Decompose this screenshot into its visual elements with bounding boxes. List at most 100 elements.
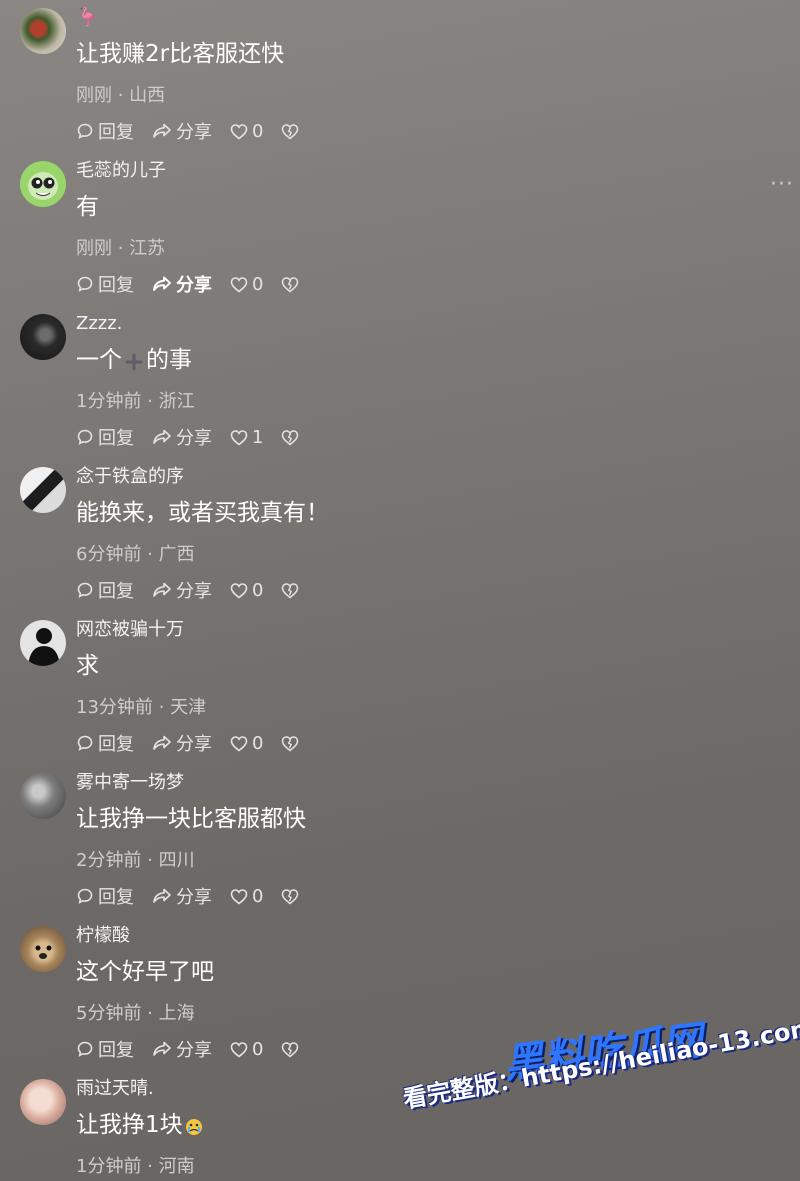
- like-count: 0: [252, 120, 264, 142]
- dislike-button[interactable]: [281, 123, 303, 140]
- dislike-button[interactable]: [281, 735, 303, 752]
- comment-meta: 1分钟前 · 河南: [76, 1156, 195, 1177]
- share-arrow-icon: [153, 123, 171, 138]
- username[interactable]: Zzzz.: [76, 312, 122, 336]
- dislike-button[interactable]: [281, 276, 303, 293]
- share-arrow-icon: [153, 276, 171, 291]
- share-button[interactable]: 分享: [152, 118, 212, 144]
- comment-text: 让我赚2r比客服还快: [76, 41, 285, 67]
- user-avatar[interactable]: [20, 314, 66, 360]
- username[interactable]: 雾中寄一场梦: [76, 771, 184, 795]
- reply-button[interactable]: 回复: [76, 730, 134, 756]
- broken-heart-icon: [282, 429, 299, 445]
- username[interactable]: 柠檬酸: [76, 924, 130, 948]
- username[interactable]: 网恋被骗十万: [76, 618, 184, 642]
- user-avatar[interactable]: [20, 773, 66, 819]
- share-button[interactable]: 分享: [152, 730, 212, 756]
- comment-item: 雾中寄一场梦 让我挣一块比客服都快 2分钟前 · 四川 回复 分享 0: [0, 765, 800, 917]
- reply-button[interactable]: 回复: [76, 577, 134, 603]
- comment-meta: 1分钟前 · 浙江: [76, 391, 195, 412]
- reply-bubble-icon: [77, 123, 93, 139]
- share-arrow-icon: [153, 582, 171, 597]
- like-button[interactable]: 0: [230, 121, 263, 142]
- username[interactable]: 雨过天晴.: [76, 1077, 154, 1101]
- reply-button[interactable]: 回复: [76, 883, 134, 909]
- share-arrow-icon: [153, 888, 171, 903]
- watermark: 黑料吃瓜网 看完整版：https://heiliao-13.com: [396, 1013, 800, 1172]
- broken-heart-icon: [282, 123, 299, 139]
- like-count: 0: [252, 1038, 264, 1060]
- user-avatar[interactable]: [20, 926, 66, 972]
- reply-bubble-icon: [77, 888, 93, 904]
- more-options-icon[interactable]: ···: [770, 172, 794, 197]
- comment-item: 🦩 让我赚2r比客服还快 刚刚 · 山西 回复 分享 0: [0, 0, 800, 152]
- comment-actions: 回复 分享 0: [76, 271, 321, 297]
- reply-bubble-icon: [77, 276, 93, 292]
- username[interactable]: 毛蕊的儿子: [76, 159, 166, 183]
- like-button[interactable]: 0: [230, 274, 263, 295]
- reply-bubble-icon: [77, 1041, 93, 1057]
- comment-item: 念于铁盒的序 能换来，或者买我真有！ 6分钟前 · 广西 回复 分享 0: [0, 459, 800, 611]
- share-button[interactable]: 分享: [152, 424, 212, 450]
- username[interactable]: 🦩: [76, 6, 98, 30]
- broken-heart-icon: [282, 1041, 299, 1057]
- heart-icon: [230, 888, 248, 905]
- user-avatar[interactable]: [20, 467, 66, 513]
- user-avatar[interactable]: [20, 1079, 66, 1125]
- dislike-button[interactable]: [281, 888, 303, 905]
- user-avatar[interactable]: [20, 8, 66, 54]
- comment-text: 一个 的事: [76, 347, 192, 373]
- reply-button[interactable]: 回复: [76, 424, 134, 450]
- heart-icon: [230, 123, 248, 140]
- comment-actions: 回复 分享 0: [76, 730, 321, 756]
- share-button[interactable]: 分享: [152, 271, 212, 297]
- comment-actions: 回复 分享 1: [76, 424, 321, 450]
- dislike-button[interactable]: [281, 429, 303, 446]
- comment-text: 求: [76, 653, 99, 679]
- comment-text: 有: [76, 194, 99, 220]
- broken-heart-icon: [282, 888, 299, 904]
- reply-button[interactable]: 回复: [76, 1036, 134, 1062]
- user-avatar[interactable]: [20, 620, 66, 666]
- dislike-button[interactable]: [281, 582, 303, 599]
- share-arrow-icon: [153, 429, 171, 444]
- comment-meta: 13分钟前 · 天津: [76, 697, 207, 718]
- like-button[interactable]: 0: [230, 1039, 263, 1060]
- comment-text: 能换来，或者买我真有！: [76, 500, 329, 526]
- share-button[interactable]: 分享: [152, 883, 212, 909]
- username[interactable]: 念于铁盒的序: [76, 465, 184, 489]
- broken-heart-icon: [282, 735, 299, 751]
- like-count: 1: [252, 426, 264, 448]
- like-count: 0: [252, 579, 264, 601]
- like-button[interactable]: 1: [230, 427, 263, 448]
- share-button[interactable]: 分享: [152, 577, 212, 603]
- comment-meta: 刚刚 · 江苏: [76, 238, 166, 259]
- like-button[interactable]: 0: [230, 580, 263, 601]
- comment-text: 让我挣1块: [76, 1109, 205, 1141]
- like-button[interactable]: 0: [230, 733, 263, 754]
- comment-actions: 回复 分享 0: [76, 577, 321, 603]
- share-arrow-icon: [153, 1041, 171, 1056]
- comment-actions: 回复 分享 0: [76, 883, 321, 909]
- user-avatar[interactable]: [20, 161, 66, 207]
- like-count: 0: [252, 732, 264, 754]
- heart-icon: [230, 276, 248, 293]
- comment-actions: 回复 分享 0: [76, 1036, 321, 1062]
- crying-emoji-icon: [185, 1118, 202, 1135]
- comment-meta: 刚刚 · 山西: [76, 85, 166, 106]
- reply-button[interactable]: 回复: [76, 118, 134, 144]
- dislike-button[interactable]: [281, 1041, 303, 1058]
- reply-bubble-icon: [77, 735, 93, 751]
- comment-item: 毛蕊的儿子 有 刚刚 · 江苏 回复 分享 0: [0, 153, 800, 305]
- comment-text: 让我挣一块比客服都快: [76, 806, 306, 832]
- share-button[interactable]: 分享: [152, 1036, 212, 1062]
- broken-heart-icon: [282, 582, 299, 598]
- heart-icon: [230, 582, 248, 599]
- like-button[interactable]: 0: [230, 886, 263, 907]
- like-count: 0: [252, 885, 264, 907]
- comment-item: 网恋被骗十万 求 13分钟前 · 天津 回复 分享 0: [0, 612, 800, 764]
- heart-icon: [230, 429, 248, 446]
- reply-button[interactable]: 回复: [76, 271, 134, 297]
- heart-icon: [230, 1041, 248, 1058]
- like-count: 0: [252, 273, 264, 295]
